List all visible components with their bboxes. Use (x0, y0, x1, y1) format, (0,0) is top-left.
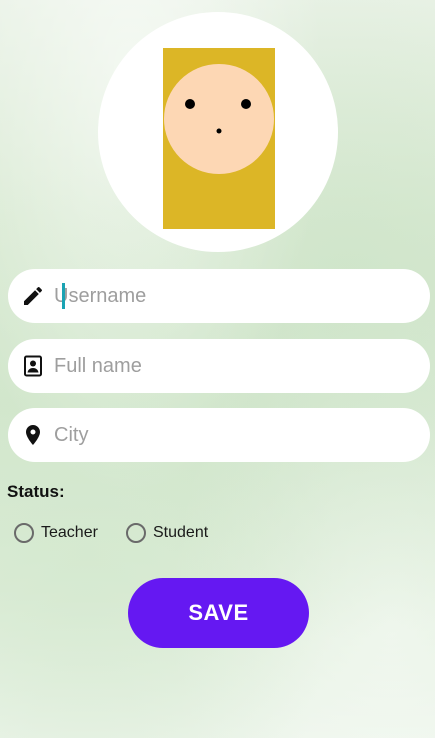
radio-button-teacher[interactable] (14, 523, 34, 543)
radio-button-student[interactable] (126, 523, 146, 543)
radio-student[interactable]: Student (126, 519, 208, 547)
city-input[interactable] (54, 408, 414, 462)
text-cursor (62, 283, 65, 309)
city-field[interactable] (8, 408, 430, 462)
avatar-face-icon (163, 48, 275, 229)
radio-label-student: Student (153, 524, 209, 541)
username-input[interactable] (54, 269, 414, 323)
radio-teacher[interactable]: Teacher (14, 519, 98, 547)
save-button[interactable]: SAVE (128, 578, 309, 648)
radio-label-teacher: Teacher (41, 524, 98, 541)
fullname-input[interactable] (54, 339, 414, 393)
pencil-icon (24, 286, 43, 305)
username-field[interactable] (8, 269, 430, 323)
status-label: Status: (7, 482, 65, 501)
contact-card-icon (24, 355, 42, 377)
fullname-field[interactable] (8, 339, 430, 393)
location-pin-icon (26, 425, 40, 445)
